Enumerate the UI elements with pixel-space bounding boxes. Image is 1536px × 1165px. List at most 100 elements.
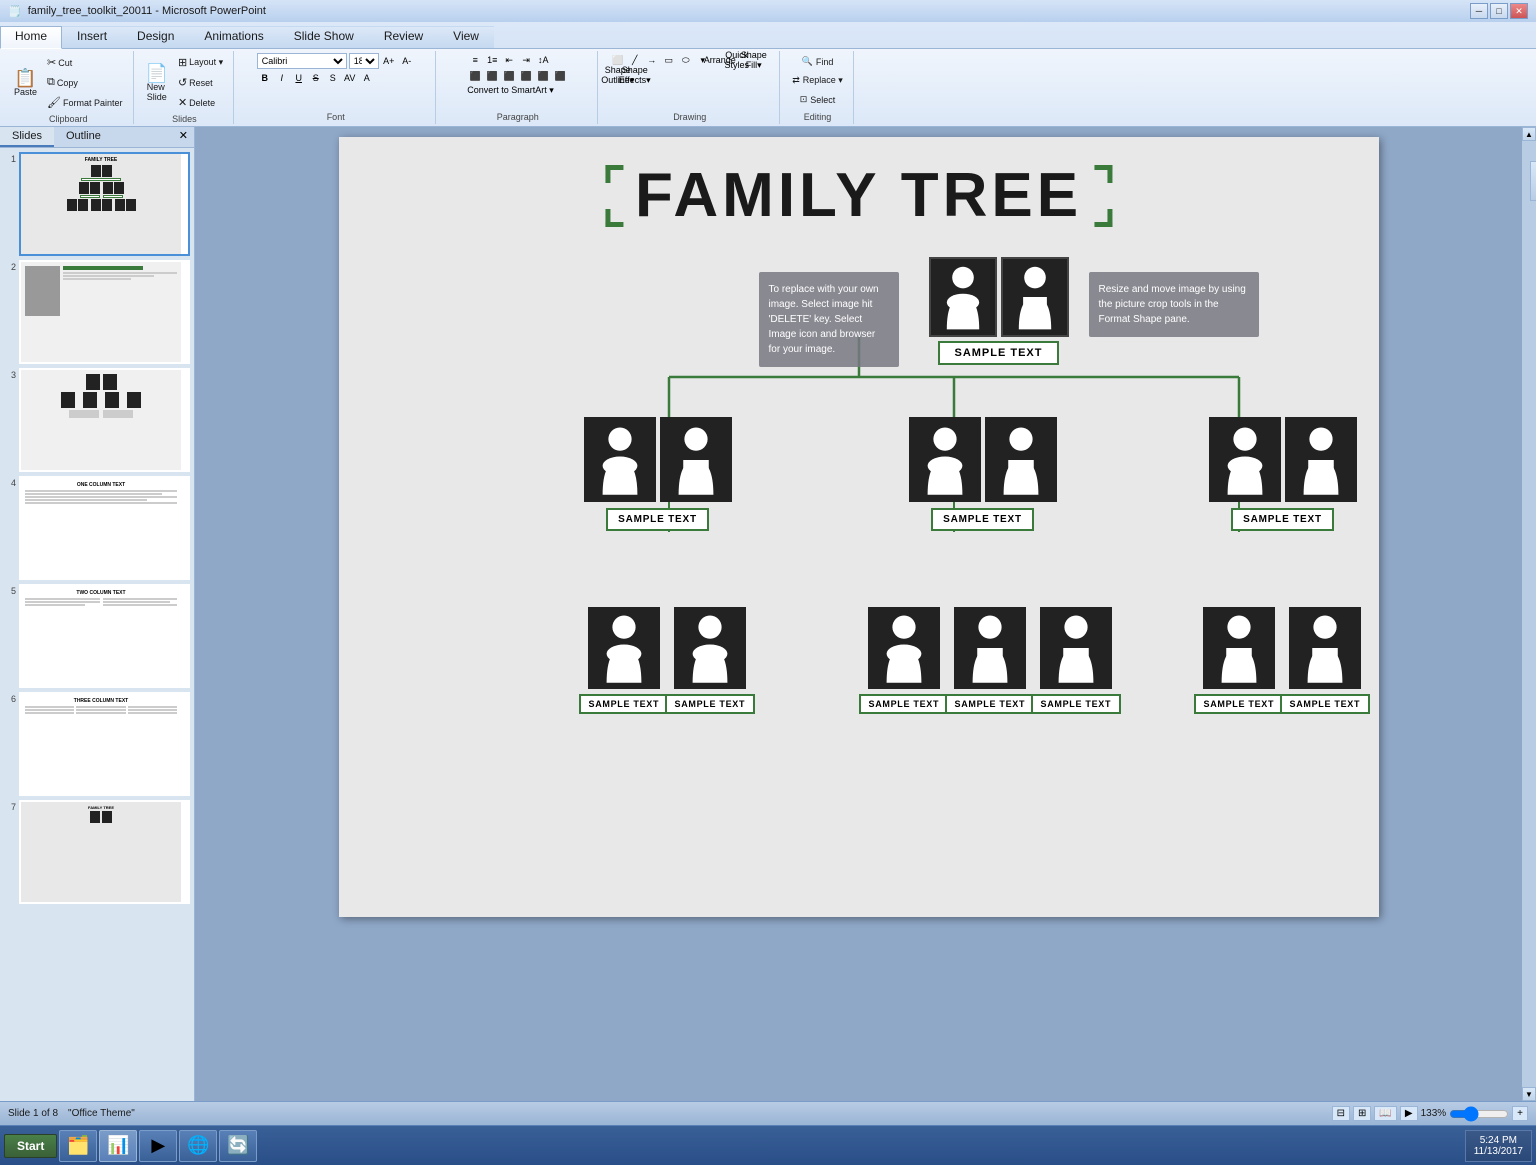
s2-name — [63, 266, 143, 270]
layout-button[interactable]: ⊞ Layout ▾ — [174, 53, 227, 72]
text-direction-button[interactable]: ↕A — [535, 53, 551, 67]
slide-thumb-2[interactable]: 2 — [4, 260, 190, 364]
taskbar-browser-app[interactable]: 🌐 — [179, 1130, 217, 1162]
tab-animations[interactable]: Animations — [189, 26, 278, 48]
slide-thumb-5[interactable]: 5 TWO COLUMN TEXT — [4, 584, 190, 688]
slide-thumb-7[interactable]: 7 FAMILY TREE — [4, 800, 190, 904]
l2-5-icon — [1210, 613, 1268, 683]
cut-button[interactable]: ✂ Cut — [43, 53, 127, 72]
l2-2-person — [868, 607, 940, 689]
shadow-button[interactable]: S — [325, 71, 341, 85]
level1-right-label: SAMPLE TEXT — [1231, 508, 1334, 531]
taskbar-recycle-app[interactable]: 🔄 — [219, 1130, 257, 1162]
l1-right-male-icon — [1292, 423, 1350, 497]
new-slide-button[interactable]: 📄 NewSlide — [142, 61, 172, 105]
view-reading-button[interactable]: 📖 — [1374, 1106, 1396, 1121]
bullet-list-button[interactable]: ≡ — [467, 53, 483, 67]
bold-button[interactable]: B — [257, 71, 273, 85]
taskbar-media-app[interactable]: ▶ — [139, 1130, 177, 1162]
s1-p6 — [67, 199, 77, 211]
title-bar-left: 🗒️ family_tree_toolkit_20011 - Microsoft… — [8, 5, 266, 18]
s5-title: TWO COLUMN TEXT — [25, 590, 177, 596]
slide-thumb-6[interactable]: 6 THREE COLUMN TEXT — [4, 692, 190, 796]
tab-home[interactable]: Home — [0, 26, 62, 49]
strikethrough-button[interactable]: S — [308, 71, 324, 85]
paste-icon: 📋 — [14, 69, 36, 87]
slide-thumb-4[interactable]: 4 ONE COLUMN TEXT — [4, 476, 190, 580]
tab-insert[interactable]: Insert — [62, 26, 122, 48]
right-scrollbar[interactable]: ▲ ▼ — [1522, 127, 1536, 1101]
s6-col2 — [76, 706, 125, 714]
taskbar-powerpoint-app[interactable]: 📊 — [99, 1130, 137, 1162]
s6-l4 — [76, 706, 125, 708]
char-spacing-button[interactable]: AV — [342, 71, 358, 85]
delete-button[interactable]: ✕ Delete — [174, 93, 227, 112]
font-color-button[interactable]: A — [359, 71, 375, 85]
tab-view[interactable]: View — [438, 26, 494, 48]
slide-canvas[interactable]: FAMILY TREE To replace with your own ima… — [339, 137, 1379, 917]
s3-p5 — [105, 392, 119, 408]
right-bracket — [1090, 165, 1112, 227]
view-normal-button[interactable]: ⊟ — [1332, 1106, 1350, 1121]
s7-row1 — [24, 811, 178, 823]
select-button[interactable]: ⊡ Select — [796, 91, 840, 108]
justify-button[interactable]: ⬛ — [518, 69, 534, 83]
s1-label-root — [81, 178, 121, 181]
align-right-button[interactable]: ⬛ — [501, 69, 517, 83]
l2-1-icon — [681, 613, 739, 683]
date-display: 11/13/2017 — [1474, 1146, 1523, 1157]
tab-review[interactable]: Review — [369, 26, 438, 48]
find-button[interactable]: 🔍 Find — [798, 53, 838, 70]
font-family-select[interactable]: Calibri — [257, 53, 347, 69]
outline-tab[interactable]: Outline — [54, 127, 113, 147]
slide-thumb-3[interactable]: 3 — [4, 368, 190, 472]
underline-button[interactable]: U — [291, 71, 307, 85]
zoom-in-button[interactable]: + — [1512, 1106, 1528, 1121]
tab-design[interactable]: Design — [122, 26, 189, 48]
align-left-button[interactable]: ⬛ — [467, 69, 483, 83]
tab-slideshow[interactable]: Slide Show — [279, 26, 369, 48]
start-button[interactable]: Start — [4, 1134, 57, 1158]
zoom-slider[interactable] — [1449, 1108, 1509, 1120]
format-painter-button[interactable]: 🖌 Format Painter — [43, 93, 127, 112]
taskbar-folder-app[interactable]: 🗂️ — [59, 1130, 97, 1162]
s6-l5 — [76, 709, 125, 711]
replace-button[interactable]: ⇄ Replace ▾ — [788, 72, 847, 89]
shape-effects-button[interactable]: Shape Effects▾ — [627, 68, 643, 82]
minimize-button[interactable]: ─ — [1470, 3, 1488, 19]
close-panel-button[interactable]: ✕ — [173, 127, 194, 147]
scroll-up-button[interactable]: ▲ — [1522, 127, 1536, 141]
decrease-indent-button[interactable]: ⇤ — [501, 53, 517, 67]
increase-indent-button[interactable]: ⇥ — [518, 53, 534, 67]
decrease-font-button[interactable]: A- — [399, 54, 415, 68]
slides-group-content: 📄 NewSlide ⊞ Layout ▾ ↺ Reset ✕ Delete — [142, 53, 228, 112]
view-slidesorter-button[interactable]: ⊞ — [1353, 1106, 1371, 1121]
taskbar: Start 🗂️ 📊 ▶ 🌐 🔄 5:24 PM 11/13/2017 — [0, 1125, 1536, 1165]
scroll-thumb[interactable] — [1530, 161, 1536, 201]
rect-button[interactable]: ▭ — [661, 53, 677, 67]
slide-thumb-1[interactable]: 1 FAMILY TREE — [4, 152, 190, 256]
canvas-area[interactable]: FAMILY TREE To replace with your own ima… — [195, 127, 1522, 1101]
copy-button[interactable]: ⧉ Copy — [43, 73, 127, 92]
paste-button[interactable]: 📋 Paste — [10, 66, 41, 100]
close-button[interactable]: ✕ — [1510, 3, 1528, 19]
maximize-button[interactable]: □ — [1490, 3, 1508, 19]
level2-2-group: SAMPLE TEXT — [859, 607, 950, 714]
align-text-button[interactable]: ⬛ — [552, 69, 568, 83]
l1-left-male-icon — [667, 423, 725, 497]
italic-button[interactable]: I — [274, 71, 290, 85]
increase-font-button[interactable]: A+ — [381, 54, 397, 68]
slideshow-button[interactable]: ▶ — [1400, 1106, 1418, 1121]
font-size-select[interactable]: 18 — [349, 53, 379, 69]
slides-tab[interactable]: Slides — [0, 127, 54, 147]
column-button[interactable]: ⬛ — [535, 69, 551, 83]
shape-fill-button[interactable]: Shape Fill▾ — [746, 53, 762, 67]
convert-smartart-button[interactable]: Convert to SmartArt ▾ — [467, 85, 554, 96]
oval-button[interactable]: ⬭ — [678, 53, 694, 67]
scroll-down-button[interactable]: ▼ — [1522, 1087, 1536, 1101]
align-center-button[interactable]: ⬛ — [484, 69, 500, 83]
reset-button[interactable]: ↺ Reset — [174, 73, 227, 92]
zoom-controls: ⊟ ⊞ 📖 ▶ 133% + — [1332, 1106, 1528, 1121]
male-icon — [1008, 263, 1062, 331]
numbered-list-button[interactable]: 1≡ — [484, 53, 500, 67]
